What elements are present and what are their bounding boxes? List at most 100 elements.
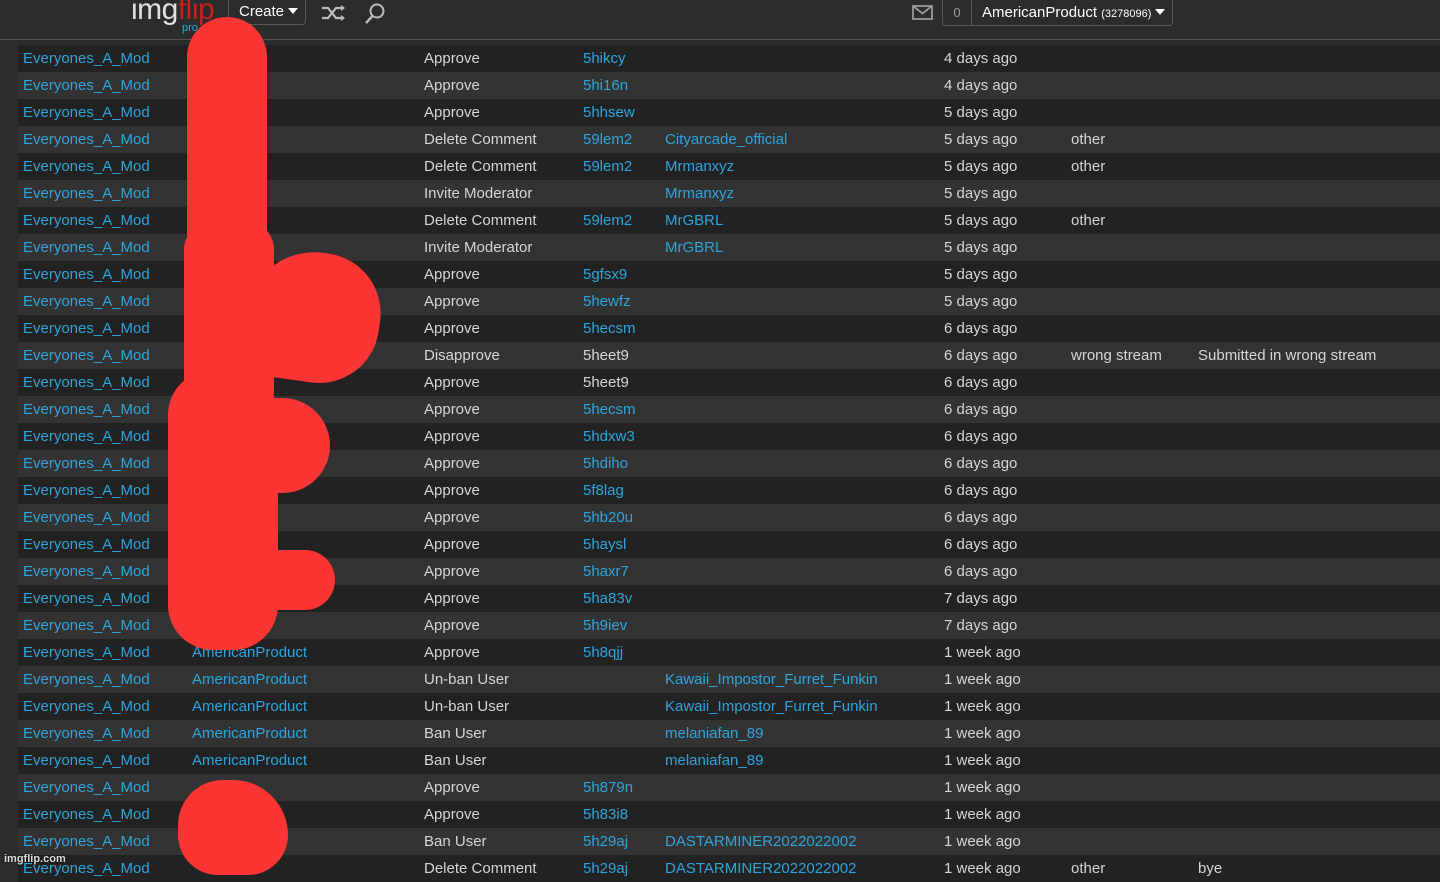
target-user-link[interactable]: melaniafan_89 (665, 747, 763, 774)
action-type: Un-ban User (424, 671, 510, 688)
timestamp: 1 week ago (944, 806, 1021, 823)
moderator-link[interactable]: Everyones_A_Mod (23, 693, 150, 720)
moderator-link[interactable]: Everyones_A_Mod (23, 558, 150, 585)
moderator-link[interactable]: Everyones_A_Mod (23, 612, 150, 639)
reason-text: other (1071, 212, 1106, 229)
search-icon[interactable] (364, 2, 386, 31)
user-link[interactable]: AmericanProduct (192, 666, 307, 693)
timestamp: 4 days ago (944, 50, 1018, 67)
moderator-link[interactable]: Everyones_A_Mod (23, 234, 150, 261)
user-menu-button[interactable]: AmericanProduct (3278096) (982, 0, 1166, 25)
reason-text: wrong stream (1071, 347, 1162, 364)
moderator-link[interactable]: Everyones_A_Mod (23, 747, 150, 774)
post-id[interactable]: 5gfsx9 (583, 261, 627, 288)
action-type: Approve (424, 482, 480, 499)
target-user-link[interactable]: Mrmanxyz (665, 153, 734, 180)
moderator-link[interactable]: Everyones_A_Mod (23, 801, 150, 828)
post-id[interactable]: 59lem2 (583, 153, 632, 180)
moderator-link[interactable]: Everyones_A_Mod (23, 342, 150, 369)
action-type: Approve (424, 320, 480, 337)
timestamp: 5 days ago (944, 212, 1018, 229)
post-id[interactable]: 5hewfz (583, 288, 631, 315)
timestamp: 5 days ago (944, 185, 1018, 202)
post-id[interactable]: 5hhsew (583, 99, 635, 126)
shuffle-icon[interactable] (320, 2, 348, 29)
timestamp: 1 week ago (944, 833, 1021, 850)
timestamp: 6 days ago (944, 374, 1018, 391)
moderator-link[interactable]: Everyones_A_Mod (23, 153, 150, 180)
user-link[interactable]: AmericanProduct (192, 720, 307, 747)
moderator-link[interactable]: Everyones_A_Mod (23, 72, 150, 99)
chevron-down-icon (288, 8, 299, 14)
post-id[interactable]: 5hdxw3 (583, 423, 635, 450)
notification-count[interactable]: 0 (943, 0, 972, 25)
moderator-link[interactable]: Everyones_A_Mod (23, 450, 150, 477)
post-id[interactable]: 5hecsm (583, 315, 636, 342)
timestamp: 5 days ago (944, 293, 1018, 310)
target-user-link[interactable]: Kawaii_Impostor_Furret_Funkin (665, 693, 878, 720)
moderator-link[interactable]: Everyones_A_Mod (23, 261, 150, 288)
table-row: Everyones_A_Mod AmericanProduct Un-ban Use… (18, 693, 1440, 720)
target-user-link[interactable]: Kawaii_Impostor_Furret_Funkin (665, 666, 878, 693)
action-type: Approve (424, 266, 480, 283)
moderator-link[interactable]: Everyones_A_Mod (23, 207, 150, 234)
action-type: Delete Comment (424, 212, 537, 229)
moderator-link[interactable]: Everyones_A_Mod (23, 315, 150, 342)
user-link[interactable]: AmericanProduct (192, 747, 307, 774)
post-id[interactable]: 59lem2 (583, 126, 632, 153)
moderator-link[interactable]: Everyones_A_Mod (23, 45, 150, 72)
timestamp: 7 days ago (944, 590, 1018, 607)
action-type: Approve (424, 401, 480, 418)
action-type: Approve (424, 104, 480, 121)
logo-text: img (131, 0, 178, 26)
post-id[interactable]: 59lem2 (583, 207, 632, 234)
target-user-link[interactable]: Cityarcade_official (665, 126, 787, 153)
moderator-link[interactable]: Everyones_A_Mod (23, 585, 150, 612)
moderator-link[interactable]: Everyones_A_Mod (23, 774, 150, 801)
post-id[interactable]: 5hecsm (583, 396, 636, 423)
target-user-link[interactable]: MrGBRL (665, 207, 723, 234)
moderator-link[interactable]: Everyones_A_Mod (23, 396, 150, 423)
moderator-link[interactable]: Everyones_A_Mod (23, 639, 150, 666)
target-user-link[interactable]: Mrmanxyz (665, 180, 734, 207)
moderator-link[interactable]: Everyones_A_Mod (23, 477, 150, 504)
moderator-link[interactable]: Everyones_A_Mod (23, 720, 150, 747)
moderator-link[interactable]: Everyones_A_Mod (23, 666, 150, 693)
timestamp: 6 days ago (944, 509, 1018, 526)
action-type: Invite Moderator (424, 185, 533, 202)
post-id[interactable]: 5h83i8 (583, 801, 628, 828)
post-id[interactable]: 5hdiho (583, 450, 628, 477)
post-id[interactable]: 5hi16n (583, 72, 628, 99)
moderator-link[interactable]: Everyones_A_Mod (23, 99, 150, 126)
moderator-link[interactable]: Everyones_A_Mod (23, 369, 150, 396)
action-type: Approve (424, 509, 480, 526)
moderator-link[interactable]: Everyones_A_Mod (23, 126, 150, 153)
post-id[interactable]: 5h29aj (583, 828, 628, 855)
post-id[interactable]: 5ha83v (583, 585, 632, 612)
moderator-link[interactable]: Everyones_A_Mod (23, 423, 150, 450)
action-type: Approve (424, 293, 480, 310)
post-id[interactable]: 5h879n (583, 774, 633, 801)
moderator-link[interactable]: Everyones_A_Mod (23, 504, 150, 531)
post-id: 5heet9 (583, 347, 629, 364)
watermark: imgflip.com (4, 853, 66, 865)
post-id[interactable]: 5hb20u (583, 504, 633, 531)
moderator-link[interactable]: Everyones_A_Mod (23, 180, 150, 207)
timestamp: 6 days ago (944, 347, 1018, 364)
post-id[interactable]: 5hikcy (583, 45, 626, 72)
post-id[interactable]: 5haxr7 (583, 558, 629, 585)
moderator-link[interactable]: Everyones_A_Mod (23, 288, 150, 315)
target-user-link[interactable]: MrGBRL (665, 234, 723, 261)
target-user-link[interactable]: DASTARMINER2022022002 (665, 828, 856, 855)
target-user-link[interactable]: melaniafan_89 (665, 720, 763, 747)
table-row: Everyones_A_Mod AmericanProduct Un-ban Use… (18, 666, 1440, 693)
mail-icon[interactable] (912, 5, 933, 25)
moderator-link[interactable]: Everyones_A_Mod (23, 531, 150, 558)
post-id[interactable]: 5haysl (583, 531, 626, 558)
post-id[interactable]: 5h9iev (583, 612, 627, 639)
post-id[interactable]: 5h8qjj (583, 639, 623, 666)
post-id[interactable]: 5f8lag (583, 477, 624, 504)
user-link[interactable]: AmericanProduct (192, 693, 307, 720)
moderator-link[interactable]: Everyones_A_Mod (23, 828, 150, 855)
timestamp: 7 days ago (944, 617, 1018, 634)
